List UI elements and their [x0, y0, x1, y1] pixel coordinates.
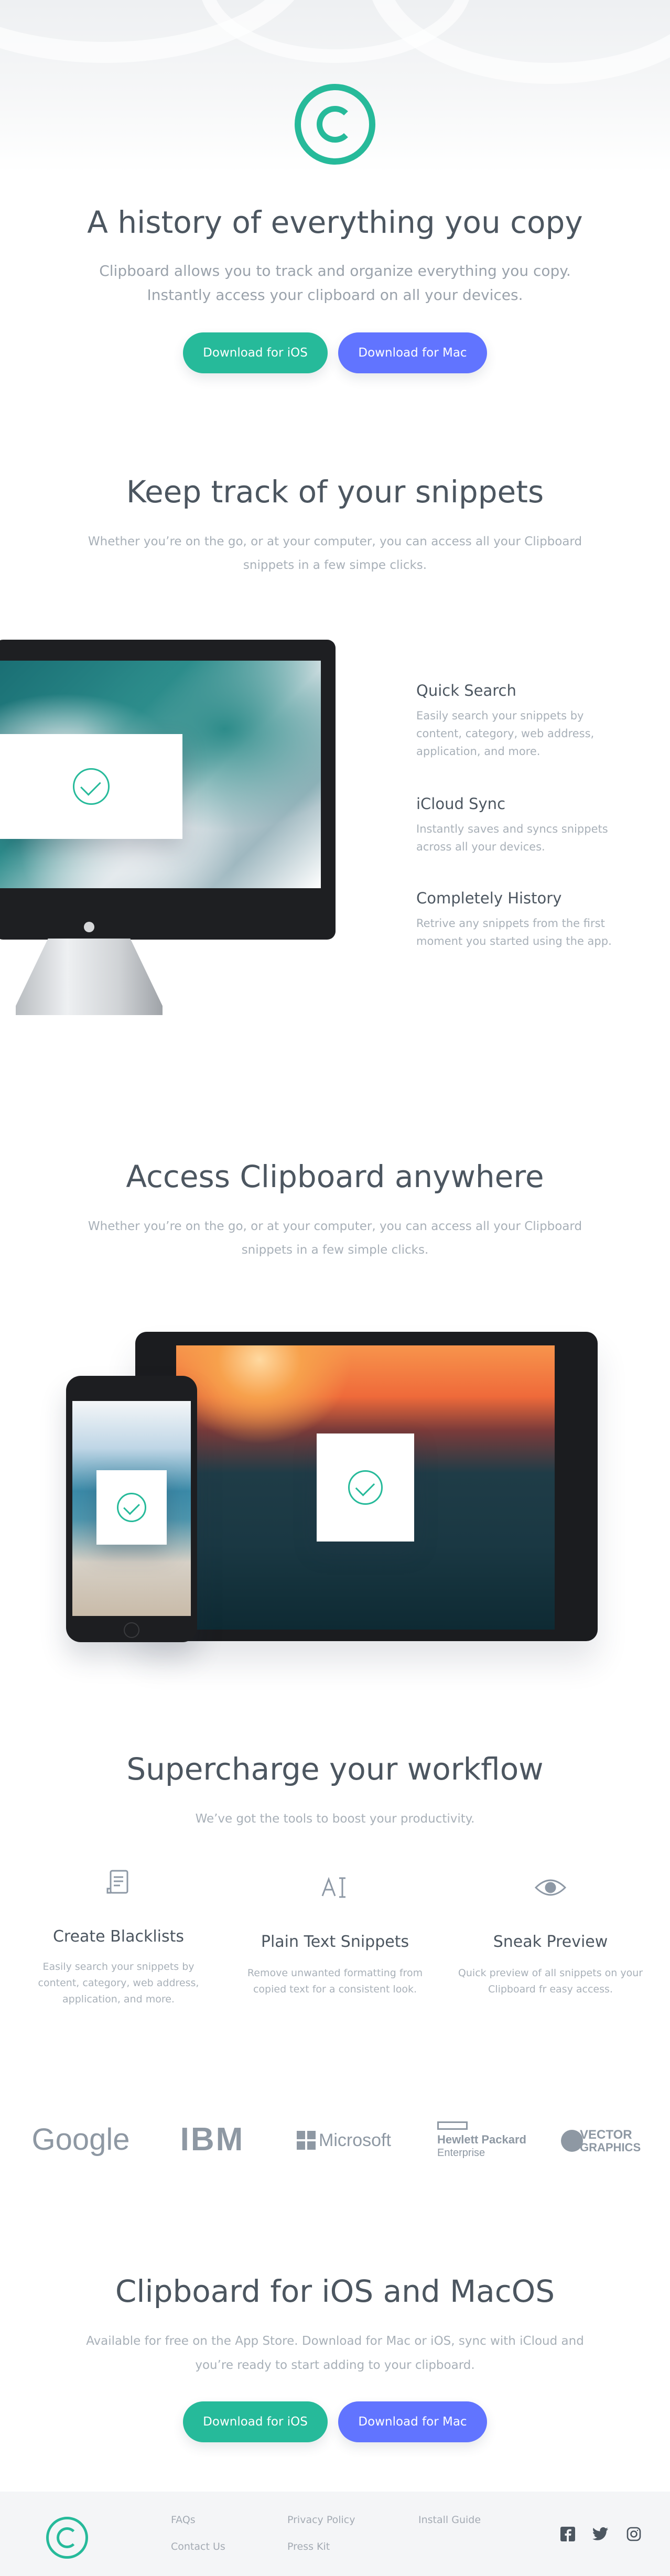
ibm-logo: IBM — [168, 2118, 257, 2160]
workflow-item-text-plain-text-1: Remove unwanted formatting from — [247, 1967, 423, 1979]
workflow-item-text-sneak-preview-2: Clipboard fr easy access. — [488, 1984, 613, 1995]
workflow-item-text-sneak-preview-1: Quick preview of all snippets on your — [458, 1967, 643, 1979]
workflow-item-text-blacklists-3: application, and more. — [62, 1993, 175, 2005]
microsoft-squares-icon — [297, 2131, 316, 2150]
cta-download-mac-button[interactable]: Download for Mac — [338, 2401, 487, 2442]
access-sub-line-1: Whether you’re on the go, or at your com… — [88, 1220, 582, 1233]
feature-text-quick-search-2: content, category, web address, — [416, 727, 595, 740]
workflow-item-title-plain-text: Plain Text Snippets — [261, 1933, 409, 1951]
monitor-stand — [16, 939, 163, 1015]
hp-rectangle-icon — [437, 2121, 468, 2130]
footer-link-privacy-policy[interactable]: Privacy Policy — [287, 2514, 355, 2526]
google-logo: Google — [31, 2122, 130, 2157]
feature-text-icloud-sync-1: Instantly saves and syncs snippets — [416, 823, 608, 835]
feature-text-complete-history-1: Retrive any snippets from the first — [416, 917, 605, 930]
feature-text-quick-search-3: application, and more. — [416, 745, 541, 758]
eye-icon — [529, 1877, 571, 1904]
footer-link-press-kit[interactable]: Press Kit — [287, 2541, 330, 2552]
blacklist-icon — [98, 1868, 139, 1902]
cta-download-ios-button[interactable]: Download for iOS — [183, 2401, 328, 2442]
workflow-item-text-blacklists-1: Easily search your snippets by — [42, 1961, 194, 1973]
check-icon — [348, 1470, 383, 1505]
workflow-item-title-blacklists: Create Blacklists — [52, 1927, 185, 1946]
phone-home-button — [124, 1622, 139, 1638]
cta-title: Clipboard for iOS and MacOS — [115, 2273, 555, 2309]
check-icon — [117, 1493, 146, 1522]
hero-lead-line-1: Clipboard allows you to track and organi… — [99, 262, 571, 279]
download-ios-button[interactable]: Download for iOS — [183, 332, 328, 373]
access-sub-line-2: snippets in a few simple clicks. — [241, 1243, 429, 1257]
workflow-title: Supercharge your workflow — [126, 1751, 544, 1787]
tablet-check-card — [317, 1433, 414, 1542]
microsoft-logo: Microsoft — [319, 2130, 391, 2150]
access-title: Access Clipboard anywhere — [126, 1159, 544, 1194]
cta-sub-line-1: Available for free on the App Store. Dow… — [86, 2334, 584, 2348]
snippets-title: Keep track of your snippets — [126, 474, 544, 510]
vector-logo-line-1: VECTOR — [580, 2128, 632, 2142]
download-mac-button[interactable]: Download for Mac — [338, 332, 487, 373]
clipboard-logo-icon — [295, 84, 375, 165]
workflow-item-text-plain-text-2: copied text for a consistent look. — [253, 1984, 417, 1995]
snippets-sub-line-1: Whether you’re on the go, or at your com… — [88, 535, 582, 548]
facebook-icon[interactable] — [560, 2526, 576, 2542]
footer-link-contact-us[interactable]: Contact Us — [171, 2541, 225, 2552]
feature-title-icloud-sync: iCloud Sync — [416, 795, 506, 813]
hero-title: A history of everything you copy — [87, 204, 583, 240]
cta-sub-line-2: you’re ready to start adding to your cli… — [195, 2358, 475, 2372]
feature-text-complete-history-2: moment you started using the app. — [416, 935, 612, 947]
workflow-sub: We’ve got the tools to boost your produc… — [195, 1812, 475, 1826]
monitor-check-card — [0, 734, 182, 839]
footer-logo-icon[interactable] — [46, 2517, 88, 2559]
hp-logo-line-2: Enterprise — [437, 2147, 485, 2159]
footer-link-faqs[interactable]: FAQs — [171, 2514, 196, 2526]
twitter-icon[interactable] — [592, 2526, 608, 2542]
feature-title-complete-history: Completely History — [416, 889, 562, 907]
phone-check-card — [96, 1470, 167, 1545]
snippets-sub-line-2: snippets in a few simpe clicks. — [243, 558, 427, 572]
workflow-item-text-blacklists-2: content, category, web address, — [38, 1977, 199, 1989]
hero-lead-line-2: Instantly access your clipboard on all y… — [147, 286, 523, 304]
hp-logo-line-1: Hewlett Packard — [437, 2133, 526, 2146]
vector-logo-line-2: GRAPHICS — [580, 2141, 641, 2154]
instagram-icon[interactable] — [626, 2526, 642, 2542]
apple-logo-icon — [84, 922, 94, 932]
text-icon — [314, 1875, 356, 1906]
feature-text-quick-search-1: Easily search your snippets by — [416, 709, 584, 722]
workflow-item-title-sneak-preview: Sneak Preview — [493, 1933, 608, 1951]
feature-text-icloud-sync-2: across all your devices. — [416, 840, 545, 853]
feature-title-quick-search: Quick Search — [416, 682, 516, 699]
check-icon — [73, 768, 110, 805]
footer-link-install-guide[interactable]: Install Guide — [418, 2514, 481, 2526]
